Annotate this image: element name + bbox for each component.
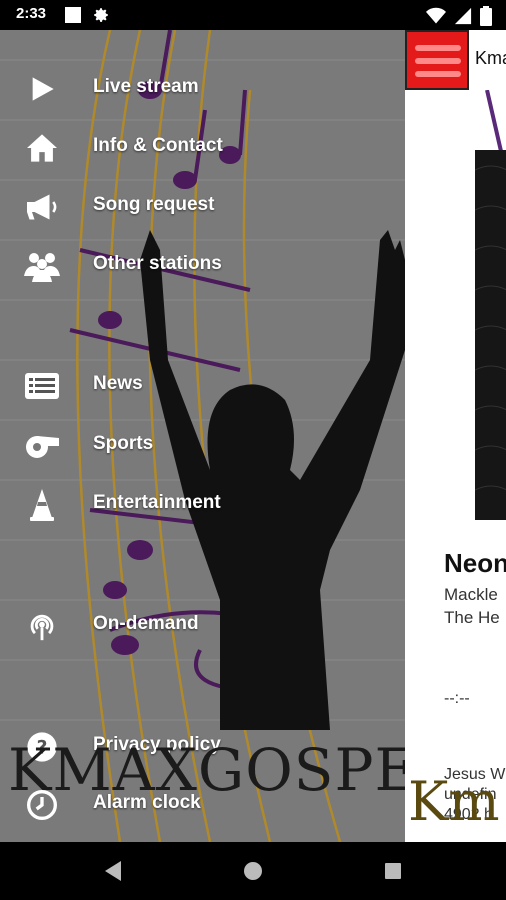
cone-icon	[22, 488, 62, 522]
menu-item-sports[interactable]: Sports	[0, 417, 405, 475]
drawer-menu: Live stream Info & Contact Song request …	[0, 30, 405, 842]
whistle-icon	[22, 429, 62, 463]
status-time: 2:33	[16, 5, 47, 22]
recents-icon	[385, 863, 401, 879]
play-icon	[22, 72, 62, 106]
menu-item-label: On-demand	[93, 613, 199, 634]
menu-item-label: Song request	[93, 194, 215, 215]
song-artist: Mackle	[444, 585, 498, 604]
podcast-icon	[22, 609, 62, 643]
menu-bar-icon	[415, 45, 461, 51]
menu-item-label: Entertainment	[93, 492, 221, 513]
main-content: Kma Neon Mackle The He --:-- Jesus W und…	[405, 30, 506, 842]
menu-item-entertainment[interactable]: Entertainment	[0, 476, 405, 534]
menu-bar-icon	[415, 71, 461, 77]
toolbar: Kma	[405, 30, 506, 92]
menu-item-label: Sports	[93, 433, 154, 454]
home-icon	[22, 131, 62, 165]
album-art	[475, 150, 506, 520]
navigation-bar	[0, 842, 506, 900]
back-button[interactable]	[98, 856, 128, 886]
menu-item-live-stream[interactable]: Live stream	[0, 60, 405, 118]
megaphone-icon	[22, 190, 62, 224]
home-button[interactable]	[238, 856, 268, 886]
status-bar: 2:33	[0, 0, 506, 30]
menu-item-label: Live stream	[93, 76, 199, 97]
home-circle-icon	[244, 862, 262, 880]
hamburger-menu-button[interactable]	[405, 30, 469, 90]
menu-item-label: News	[93, 373, 143, 394]
song-title: Neon	[444, 548, 506, 578]
wifi-icon	[426, 7, 446, 29]
app-title: Kma	[475, 48, 506, 68]
menu-item-other-stations[interactable]: Other stations	[0, 237, 405, 295]
watermark-logo: KMAXGOSPEL.CO	[8, 736, 405, 804]
recents-button[interactable]	[378, 856, 408, 886]
group-icon	[22, 249, 62, 283]
gear-icon	[92, 6, 110, 28]
menu-item-news[interactable]: News	[0, 357, 405, 415]
back-icon	[105, 861, 121, 881]
menu-bar-icon	[415, 58, 461, 64]
menu-item-label: Info & Contact	[93, 135, 223, 156]
news-icon	[22, 369, 62, 403]
menu-item-label: Other stations	[93, 253, 222, 274]
signal-icon	[454, 7, 472, 29]
navigation-drawer: Live stream Info & Contact Song request …	[0, 30, 405, 842]
watermark-right: Km	[408, 770, 500, 833]
song-album: The He	[444, 608, 500, 627]
square-notification-icon	[64, 6, 82, 28]
song-time: --:--	[444, 690, 470, 707]
menu-item-song-request[interactable]: Song request	[0, 178, 405, 236]
menu-item-info-contact[interactable]: Info & Contact	[0, 119, 405, 177]
battery-icon	[480, 6, 492, 30]
menu-item-on-demand[interactable]: On-demand	[0, 597, 405, 655]
